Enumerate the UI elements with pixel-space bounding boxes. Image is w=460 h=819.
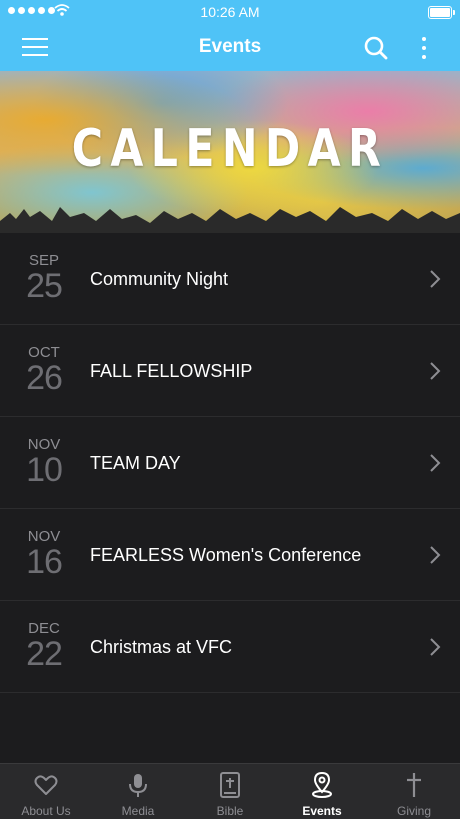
event-day: 25	[26, 267, 63, 305]
status-bar: 10:26 AM	[0, 0, 460, 24]
tab-bar: About Us Media Bible Events Giving	[0, 763, 460, 819]
tab-giving[interactable]: Giving	[368, 764, 460, 819]
bible-icon	[220, 772, 240, 798]
page-title: Events	[198, 36, 262, 57]
event-name: Christmas at VFC	[90, 637, 233, 657]
chevron-right-icon	[430, 362, 441, 380]
event-name: Community Night	[90, 269, 229, 289]
event-row[interactable]: OCT 26 FALL FELLOWSHIP	[0, 325, 460, 417]
more-options-icon[interactable]	[414, 34, 434, 62]
event-name: TEAM DAY	[90, 453, 181, 473]
tab-label: Events	[302, 804, 342, 818]
tab-label: About Us	[21, 804, 71, 818]
heart-icon	[34, 775, 58, 795]
crowd-silhouette	[0, 207, 460, 233]
event-row[interactable]: NOV 10 TEAM DAY	[0, 417, 460, 509]
battery-icon	[428, 6, 455, 19]
cross-icon	[407, 773, 421, 797]
chevron-right-icon	[430, 546, 441, 564]
navigation-bar: Events	[0, 24, 460, 71]
chevron-right-icon	[430, 638, 441, 656]
tab-bible[interactable]: Bible	[184, 764, 276, 819]
chevron-right-icon	[430, 270, 441, 288]
event-row[interactable]: SEP 25 Community Night	[0, 233, 460, 325]
event-day: 22	[26, 635, 63, 673]
tab-label: Giving	[396, 804, 431, 818]
event-list: SEP 25 Community Night OCT 26 FALL FELLO…	[0, 233, 460, 693]
status-time: 10:26 AM	[200, 4, 260, 20]
search-icon[interactable]	[362, 34, 390, 62]
tab-about-us[interactable]: About Us	[0, 764, 92, 819]
tab-events[interactable]: Events	[276, 764, 368, 819]
chevron-right-icon	[430, 454, 441, 472]
banner-title: CALENDAR	[71, 119, 389, 179]
location-pin-icon	[312, 772, 332, 798]
microphone-icon	[129, 774, 147, 797]
calendar-banner: CALENDAR	[0, 71, 460, 233]
tab-label: Bible	[216, 804, 244, 818]
event-day: 10	[26, 451, 63, 489]
tab-label: Media	[121, 804, 155, 818]
event-day: 16	[26, 543, 63, 581]
event-name: FEARLESS Women's Conference	[90, 545, 362, 565]
event-row[interactable]: NOV 16 FEARLESS Women's Conference	[0, 509, 460, 601]
event-row[interactable]: DEC 22 Christmas at VFC	[0, 601, 460, 693]
event-day: 26	[26, 359, 63, 397]
event-name: FALL FELLOWSHIP	[90, 361, 253, 381]
tab-media[interactable]: Media	[92, 764, 184, 819]
